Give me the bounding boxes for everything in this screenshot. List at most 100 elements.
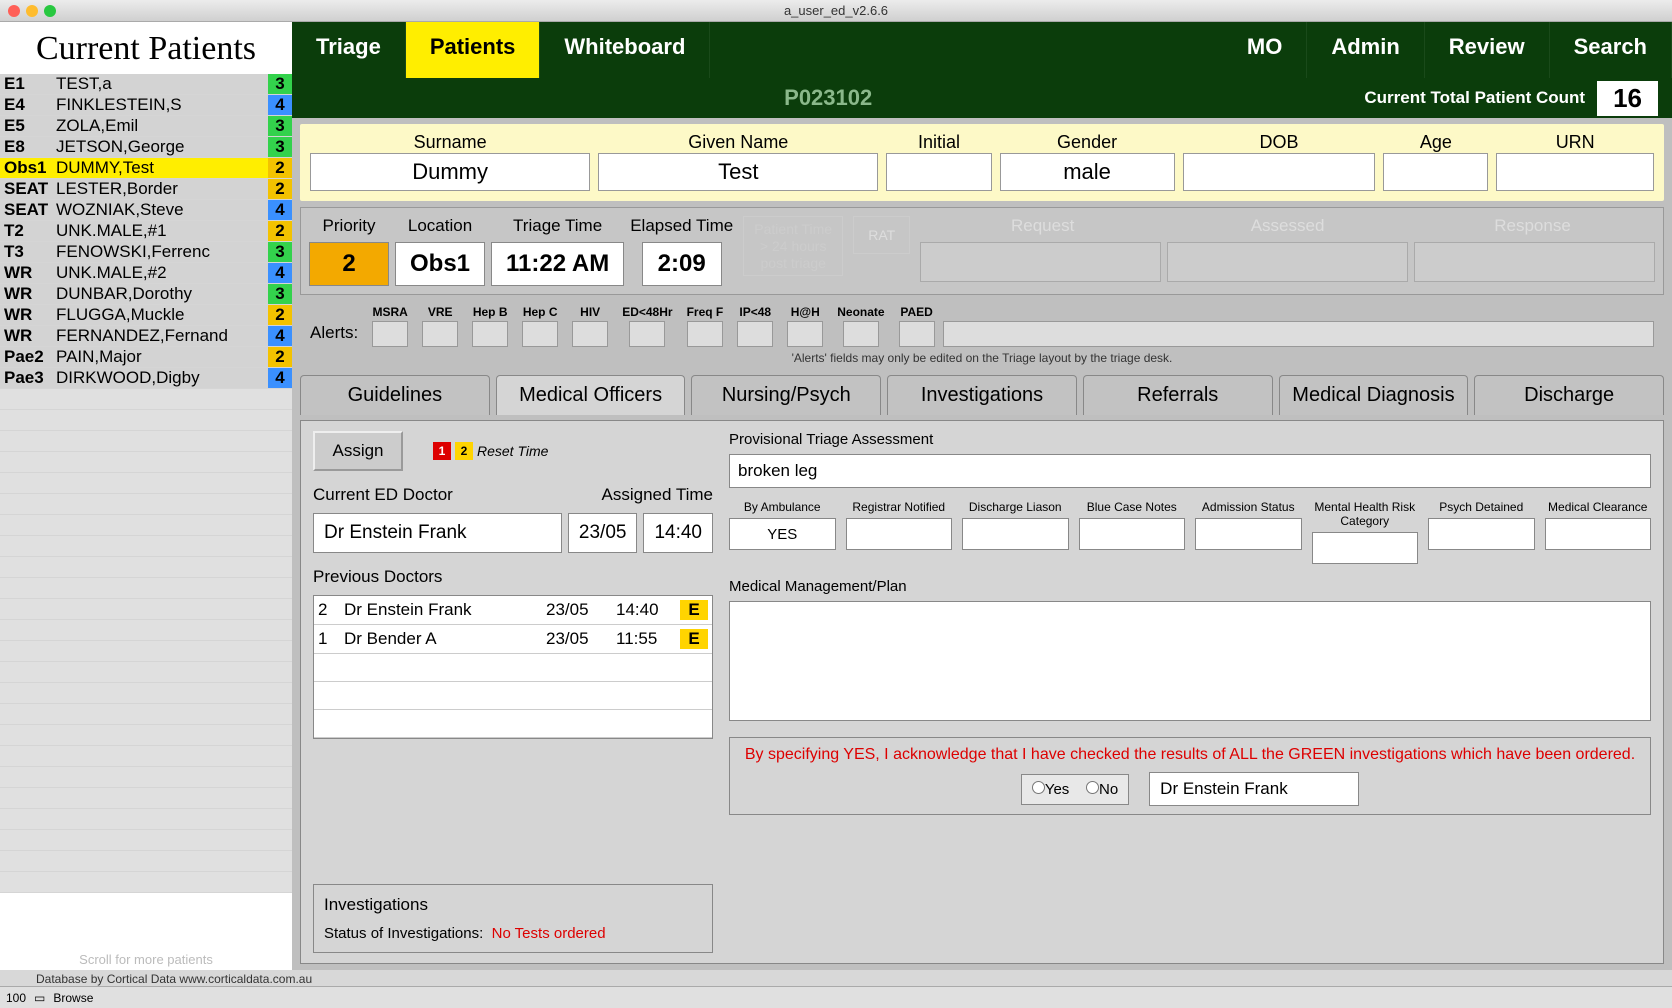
fld-request[interactable] — [920, 242, 1161, 282]
alert-H@H[interactable] — [787, 321, 823, 347]
rat-button[interactable]: RAT — [853, 216, 910, 254]
flag-pd[interactable] — [1428, 518, 1535, 550]
nav-review[interactable]: Review — [1425, 22, 1550, 78]
alert-ED<48Hr[interactable] — [629, 321, 665, 347]
flag-mc[interactable] — [1545, 518, 1652, 550]
patient-row[interactable]: Obs1DUMMY,Test2 — [0, 158, 292, 179]
tab-guidelines[interactable]: Guidelines — [300, 375, 490, 415]
patient-row[interactable]: WRDUNBAR,Dorothy3 — [0, 284, 292, 305]
patient-row[interactable]: E5ZOLA,Emil3 — [0, 116, 292, 137]
flag-reg[interactable] — [846, 518, 953, 550]
provisional-triage-assessment[interactable]: broken leg — [729, 454, 1651, 488]
alert-Neonate[interactable] — [843, 321, 879, 347]
alert-HIV[interactable] — [572, 321, 608, 347]
nav-triage[interactable]: Triage — [292, 22, 406, 78]
flag-amb[interactable]: YES — [729, 518, 836, 550]
patient-row[interactable]: E4FINKLESTEIN,S4 — [0, 95, 292, 116]
alert-MSRA[interactable] — [372, 321, 408, 347]
fld-assessed[interactable] — [1167, 242, 1408, 282]
tab-medical-diagnosis[interactable]: Medical Diagnosis — [1279, 375, 1469, 415]
flag-mh[interactable] — [1312, 532, 1419, 564]
fld-response[interactable] — [1414, 242, 1655, 282]
nav-admin[interactable]: Admin — [1307, 22, 1424, 78]
ack-yes-no[interactable]: Yes No — [1021, 774, 1129, 805]
assigned-time[interactable]: 14:40 — [643, 513, 713, 553]
ack-no-radio[interactable] — [1086, 781, 1099, 794]
nav-mo[interactable]: MO — [1223, 22, 1307, 78]
patient-row[interactable]: T3FENOWSKI,Ferrenc3 — [0, 242, 292, 263]
top-nav: Triage Patients Whiteboard MO Admin Revi… — [292, 22, 1672, 78]
hdr-assessed: Assessed — [1165, 216, 1410, 236]
nav-whiteboard[interactable]: Whiteboard — [540, 22, 710, 78]
alert-freeform[interactable] — [943, 321, 1654, 347]
patient-row[interactable]: E8JETSON,George3 — [0, 137, 292, 158]
hdr-surname: Surname — [310, 132, 590, 153]
reset-sq-2: 2 — [455, 442, 473, 460]
patient-row[interactable]: WRUNK.MALE,#24 — [0, 263, 292, 284]
nav-search[interactable]: Search — [1550, 22, 1672, 78]
fld-gender[interactable]: male — [1000, 153, 1175, 191]
patient-row[interactable]: E1TEST,a3 — [0, 74, 292, 95]
prev-doctor-row[interactable]: 2Dr Enstein Frank23/0514:40E — [314, 596, 712, 625]
patient-count: 16 — [1597, 81, 1658, 116]
alert-VRE[interactable] — [422, 321, 458, 347]
zoom-level[interactable]: 100 — [6, 991, 26, 1005]
priority-value: 2 — [309, 242, 389, 286]
patient-row[interactable]: Pae2PAIN,Major2 — [0, 347, 292, 368]
prev-doctor-row[interactable]: 1Dr Bender A23/0511:55E — [314, 625, 712, 654]
flag-bcn[interactable] — [1079, 518, 1186, 550]
status-bar: 100 ▭ Browse — [0, 986, 1672, 1008]
reset-time[interactable]: 1 2 Reset Time — [433, 442, 548, 460]
hdr-dob: DOB — [1183, 132, 1376, 153]
tab-nursing-psych[interactable]: Nursing/Psych — [691, 375, 881, 415]
medical-management-plan[interactable] — [729, 601, 1651, 721]
previous-doctors-table: 2Dr Enstein Frank23/0514:40E1Dr Bender A… — [313, 595, 713, 739]
alerts-label: Alerts: — [310, 323, 358, 343]
fld-dob[interactable] — [1183, 153, 1376, 191]
fld-urn[interactable] — [1496, 153, 1654, 191]
patient-row[interactable]: WRFERNANDEZ,Fernand4 — [0, 326, 292, 347]
assign-button[interactable]: Assign — [313, 431, 403, 471]
hdr-request: Request — [920, 216, 1165, 236]
patient-row[interactable]: SEATLESTER,Border2 — [0, 179, 292, 200]
fld-initial[interactable] — [886, 153, 991, 191]
credits: Database by Cortical Data www.corticalda… — [0, 970, 1672, 986]
investigations-box: Investigations Status of Investigations:… — [313, 884, 713, 953]
alert-PAED[interactable] — [899, 321, 935, 347]
triage-time-value: 11:22 AM — [491, 242, 624, 286]
patient-list[interactable]: E1TEST,a3E4FINKLESTEIN,S4E5ZOLA,Emil3E8J… — [0, 74, 292, 949]
fld-surname[interactable]: Dummy — [310, 153, 590, 191]
triage-summary: Priority2 LocationObs1 Triage Time11:22 … — [300, 207, 1664, 295]
tab-investigations[interactable]: Investigations — [887, 375, 1077, 415]
patient-row[interactable]: Pae3DIRKWOOD,Digby4 — [0, 368, 292, 389]
alert-Hep B[interactable] — [472, 321, 508, 347]
window-title: a_user_ed_v2.6.6 — [0, 3, 1672, 18]
flag-dl[interactable] — [962, 518, 1069, 550]
alert-Freq F[interactable] — [687, 321, 723, 347]
flag-adm[interactable] — [1195, 518, 1302, 550]
layout-icon[interactable]: ▭ — [34, 991, 45, 1005]
demographics-band: Surname Given Name Initial Gender DOB Ag… — [300, 124, 1664, 201]
hdr-gender: Gender — [1000, 132, 1175, 153]
mode-label: Browse — [53, 991, 93, 1005]
current-doctor[interactable]: Dr Enstein Frank — [313, 513, 562, 553]
assigned-date[interactable]: 23/05 — [568, 513, 638, 553]
alert-IP<48[interactable] — [737, 321, 773, 347]
ack-yes-radio[interactable] — [1032, 781, 1045, 794]
patient-row[interactable]: WRFLUGGA,Muckle2 — [0, 305, 292, 326]
hdr-urn: URN — [1496, 132, 1654, 153]
ack-doctor[interactable]: Dr Enstein Frank — [1149, 772, 1359, 806]
alerts-note: 'Alerts' fields may only be edited on th… — [300, 351, 1664, 365]
main-panel: Triage Patients Whiteboard MO Admin Revi… — [292, 22, 1672, 970]
hdr-age: Age — [1383, 132, 1488, 153]
patient-row[interactable]: T2UNK.MALE,#12 — [0, 221, 292, 242]
tab-medical-officers[interactable]: Medical Officers — [496, 375, 686, 415]
tab-discharge[interactable]: Discharge — [1474, 375, 1664, 415]
patient-row[interactable]: SEATWOZNIAK,Steve4 — [0, 200, 292, 221]
alert-Hep C[interactable] — [522, 321, 558, 347]
reset-sq-1: 1 — [433, 442, 451, 460]
nav-patients[interactable]: Patients — [406, 22, 541, 78]
fld-given[interactable]: Test — [598, 153, 878, 191]
fld-age[interactable] — [1383, 153, 1488, 191]
tab-referrals[interactable]: Referrals — [1083, 375, 1273, 415]
